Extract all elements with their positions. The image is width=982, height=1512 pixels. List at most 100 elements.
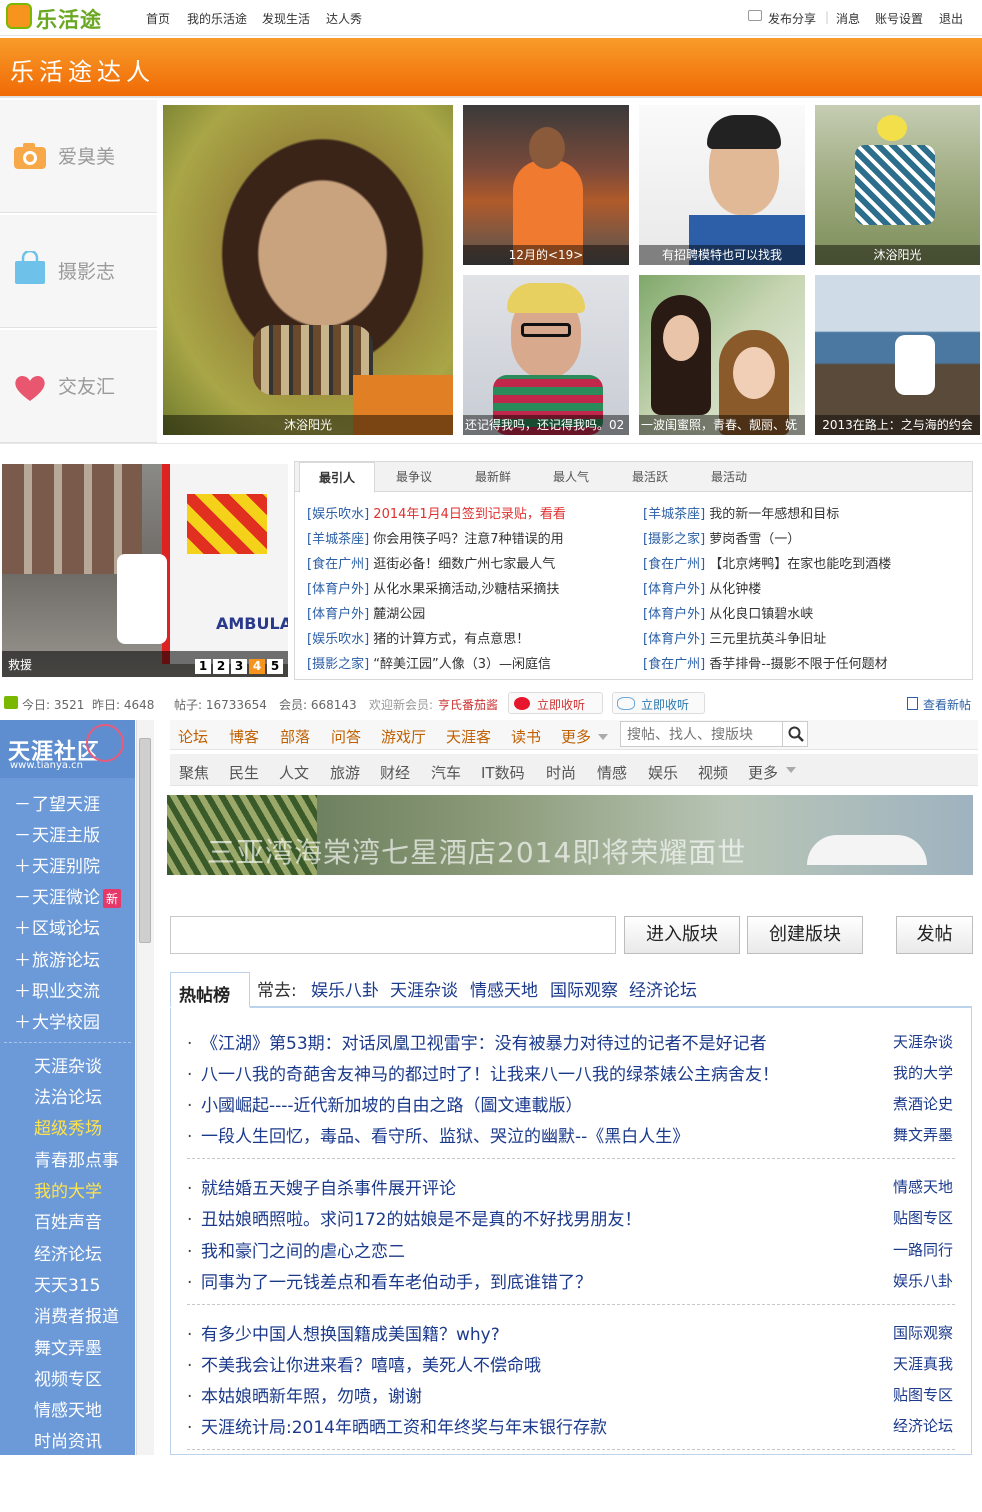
sidebar-board[interactable]: 消费者报道	[34, 1302, 119, 1330]
photo-thumb[interactable]: 2013在路上：之与海的约会	[815, 275, 980, 435]
hot-post[interactable]: · 八一八我的奇葩舍友神马的都过时了！让我来八一八我的绿茶婊公主病舍友！	[187, 1060, 779, 1088]
hot-tab[interactable]: 热帖榜	[170, 972, 250, 1008]
slide-page-4[interactable]: 4	[249, 659, 265, 674]
sidebar-item[interactable]: ＋职业交流	[14, 977, 100, 1005]
news-item[interactable]: [食在广州] 逛街必备！细数广州七家最人气	[307, 553, 555, 573]
sidebar-item[interactable]: －了望天涯	[14, 790, 100, 818]
tab-most-popular[interactable]: 最人气	[553, 462, 589, 492]
sidebar-item[interactable]: ＋区域论坛	[14, 914, 100, 942]
sidebar-board[interactable]: 情感天地	[34, 1396, 102, 1424]
hot-post-board[interactable]: 天涯真我	[863, 1353, 953, 1377]
hot-post-board[interactable]: 我的大学	[863, 1062, 953, 1086]
hot-post-board[interactable]: 国际观察	[863, 1322, 953, 1346]
tnav-tianyake[interactable]: 天涯客	[446, 726, 491, 747]
sidebar-board[interactable]: 经济论坛	[34, 1240, 102, 1268]
frequent-board[interactable]: 娱乐八卦	[311, 976, 379, 1001]
hot-post-board[interactable]: 贴图专区	[863, 1207, 953, 1231]
messages-link[interactable]: 消息	[836, 10, 860, 27]
tnav2-livelihood[interactable]: 民生	[229, 762, 259, 783]
tnav2-travel[interactable]: 旅游	[330, 762, 360, 783]
tab-most-attractive[interactable]: 最引人	[299, 462, 375, 493]
sidebar-item[interactable]: ＋大学校园	[14, 1008, 100, 1036]
tnav2-emotion[interactable]: 情感	[597, 762, 627, 783]
slide-page-1[interactable]: 1	[195, 659, 211, 674]
listen-button-weibo[interactable]: 立即收听	[508, 692, 603, 714]
photo-thumb[interactable]: 沐浴阳光	[815, 105, 980, 265]
hot-post[interactable]: · 我和豪门之间的虐心之恋二	[187, 1237, 405, 1265]
hot-post[interactable]: · 《江湖》第53期：对话凤凰卫视雷宇：没有被暴力对待过的记者不是好记者	[187, 1029, 767, 1057]
tab-most-controversial[interactable]: 最争议	[396, 462, 432, 492]
tnav-qa[interactable]: 问答	[331, 726, 361, 747]
search-button[interactable]	[782, 721, 808, 747]
sidebar-board[interactable]: 天涯杂谈	[34, 1052, 102, 1080]
logout-link[interactable]: 退出	[939, 10, 963, 27]
sidebar-board[interactable]: 时尚资讯	[34, 1427, 102, 1455]
tnav2-more[interactable]: 更多	[748, 762, 778, 783]
photo-thumb[interactable]: 12月的<19>	[463, 105, 629, 265]
news-item[interactable]: [体育户外] 从化钟楼	[643, 578, 761, 598]
tnav2-entertainment[interactable]: 娱乐	[648, 762, 678, 783]
news-item[interactable]: [羊城茶座] 我的新一年感想和目标	[643, 503, 839, 523]
account-settings-link[interactable]: 账号设置	[875, 10, 923, 27]
new-member-link[interactable]: 亨氏番茄酱	[438, 696, 498, 713]
hot-post[interactable]: · 就结婚五天嫂子自杀事件展开评论	[187, 1174, 456, 1202]
news-item[interactable]: [体育户外] 从化水果采摘活动,沙糖桔采摘扶	[307, 578, 559, 598]
tnav2-focus[interactable]: 聚焦	[179, 762, 209, 783]
slide-page-2[interactable]: 2	[213, 659, 229, 674]
photo-thumb[interactable]: 还记得我吗，还记得我吗。02	[463, 275, 629, 435]
nav-discover[interactable]: 发现生活	[262, 10, 310, 27]
tianya-search-input[interactable]	[620, 721, 808, 747]
hot-post[interactable]: · 小國崛起----近代新加坡的自由之路（圖文連載版）	[187, 1091, 583, 1119]
view-new-posts-link[interactable]: 查看新帖	[923, 696, 971, 713]
scrollbar-thumb[interactable]	[139, 738, 151, 943]
sidebar-board[interactable]: 超级秀场	[34, 1114, 102, 1142]
create-board-button[interactable]: 创建版块	[747, 916, 863, 954]
frequent-board[interactable]: 经济论坛	[629, 976, 697, 1001]
board-search-input[interactable]	[170, 916, 616, 954]
tianya-logo[interactable]: 天涯社区 www.tianya.cn	[0, 720, 135, 778]
tab-most-events[interactable]: 最活动	[711, 462, 747, 492]
sidebar-item[interactable]: －天涯主版	[14, 821, 100, 849]
news-item[interactable]: [羊城茶座] 你会用筷子吗？注意7种错误的用	[307, 528, 564, 548]
sidebar-item[interactable]: ＋旅游论坛	[14, 946, 100, 974]
tnav-forum[interactable]: 论坛	[178, 726, 208, 747]
hot-post-board[interactable]: 经济论坛	[863, 1415, 953, 1439]
hot-post-board[interactable]: 情感天地	[863, 1176, 953, 1200]
ad-banner[interactable]: 三亚湾海棠湾七星酒店2014即将荣耀面世	[167, 795, 973, 875]
news-item[interactable]: [摄影之家] “醉美江园”人像（3）—闲庭信	[307, 653, 551, 673]
hot-post[interactable]: · 一段人生回忆，毒品、看守所、监狱、哭泣的幽默--《黑白人生》	[187, 1122, 689, 1150]
sidebar-scrollbar[interactable]	[136, 720, 154, 1455]
hot-post-board[interactable]: 一路同行	[863, 1239, 953, 1263]
photo-thumb[interactable]: 有招聘模特也可以找我	[639, 105, 805, 265]
sidebar-board[interactable]: 法治论坛	[34, 1083, 102, 1111]
hot-post[interactable]: · 有多少中国人想换国籍成美国籍？why?	[187, 1320, 500, 1348]
slideshow[interactable]: AMBULA 救援 1 2 3 4 5	[2, 464, 288, 677]
tab-newest[interactable]: 最新鲜	[475, 462, 511, 492]
news-item[interactable]: [娱乐吹水] 2014年1月4日签到记录贴，看看	[307, 503, 566, 523]
tnav-tribe[interactable]: 部落	[280, 726, 310, 747]
news-item[interactable]: [摄影之家] 萝岗香雪（一）	[643, 528, 800, 548]
sidebar-board[interactable]: 百姓声音	[34, 1208, 102, 1236]
hot-post[interactable]: · 天涯统计局:2014年晒晒工资和年终奖与年末银行存款	[187, 1413, 607, 1441]
hot-post[interactable]: · 不美我会让你进来看？嘻嘻，美死人不偿命哦	[187, 1351, 541, 1379]
frequent-board[interactable]: 天涯杂谈	[390, 976, 458, 1001]
tnav-more[interactable]: 更多	[561, 726, 591, 747]
sidebar-board[interactable]: 视频专区	[34, 1365, 102, 1393]
hot-post[interactable]: · 本姑娘晒新年照，勿喷，谢谢	[187, 1382, 422, 1410]
frequent-board[interactable]: 国际观察	[550, 976, 618, 1001]
hot-post-board[interactable]: 贴图专区	[863, 1384, 953, 1408]
sidebar-board[interactable]: 天天315	[34, 1271, 100, 1299]
tnav2-auto[interactable]: 汽车	[431, 762, 461, 783]
post-button[interactable]: 发帖	[896, 916, 973, 954]
hot-post[interactable]: · 同事为了一元钱差点和看车老伯动手，到底谁错了？	[187, 1268, 592, 1296]
tnav2-fashion[interactable]: 时尚	[546, 762, 576, 783]
slide-page-3[interactable]: 3	[231, 659, 247, 674]
tab-most-active[interactable]: 最活跃	[632, 462, 668, 492]
tnav-reading[interactable]: 读书	[511, 726, 541, 747]
hot-post-board[interactable]: 煮酒论史	[863, 1093, 953, 1117]
slide-page-5[interactable]: 5	[267, 659, 283, 674]
nav-talent-show[interactable]: 达人秀	[326, 10, 362, 27]
hot-post[interactable]: · 丑姑娘晒照啦。求问172的姑娘是不是真的不好找男朋友！	[187, 1205, 641, 1233]
sidebar-board[interactable]: 舞文弄墨	[34, 1334, 102, 1362]
hot-post-board[interactable]: 娱乐八卦	[863, 1270, 953, 1294]
